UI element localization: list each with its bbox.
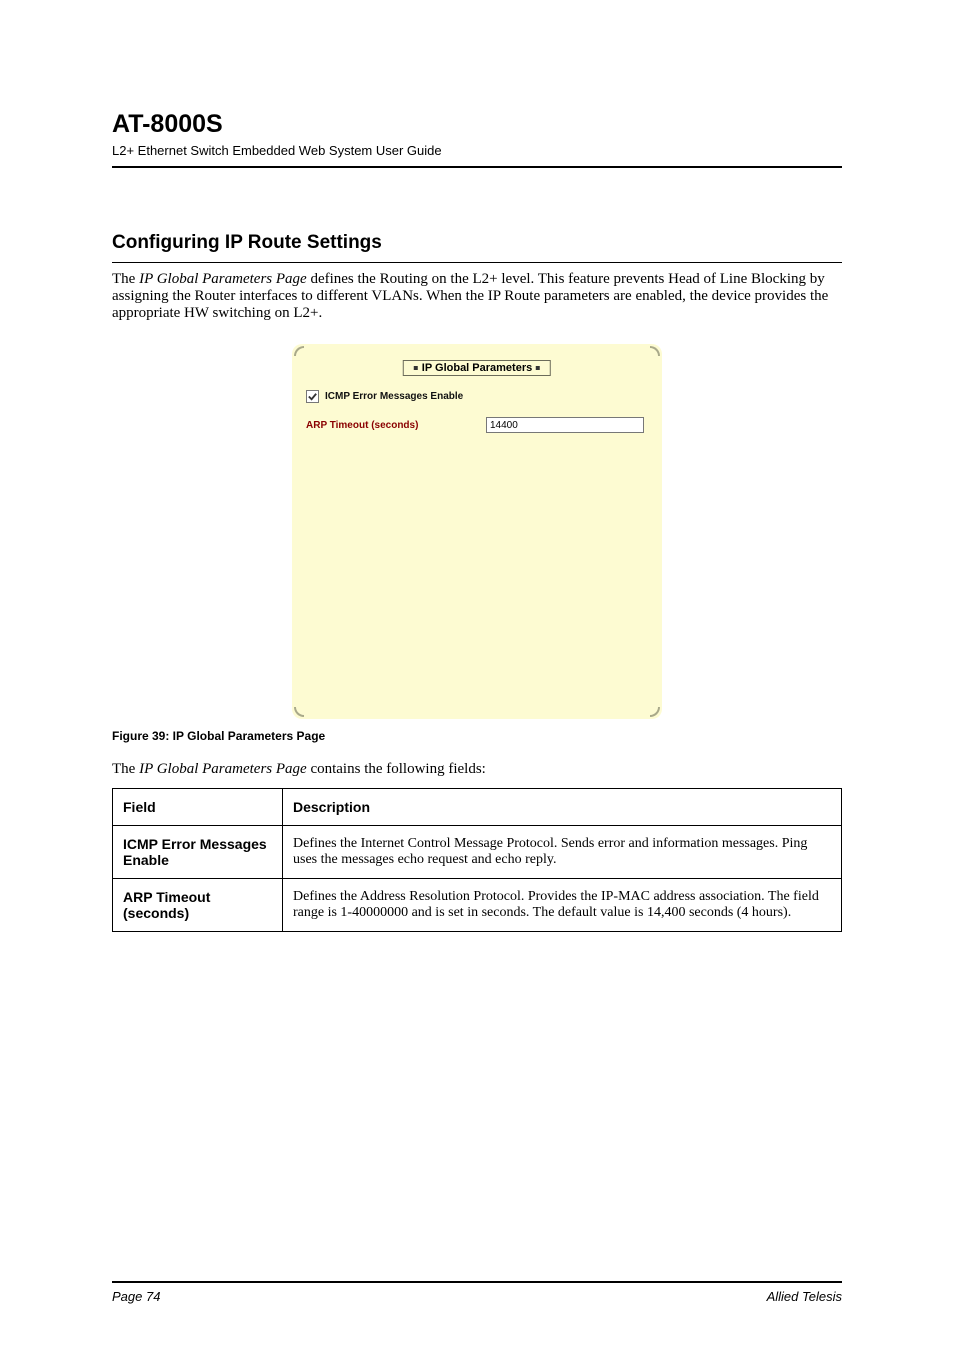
panel-corner bbox=[294, 707, 304, 717]
icmp-checkbox[interactable] bbox=[306, 390, 319, 403]
lead-in-prefix: The bbox=[112, 761, 139, 777]
panel-corner bbox=[294, 346, 304, 356]
doc-model: AT-8000S bbox=[112, 110, 842, 139]
param-desc: Defines the Internet Control Message Pro… bbox=[283, 826, 842, 879]
panel-title: IP Global Parameters bbox=[403, 360, 551, 376]
panel-title-text: IP Global Parameters bbox=[422, 362, 532, 374]
intro-prefix: The bbox=[112, 271, 139, 287]
params-table: Field Description ICMP Error Messages En… bbox=[112, 788, 842, 932]
panel-corner bbox=[650, 346, 660, 356]
section-rule bbox=[112, 262, 842, 263]
icmp-row: ICMP Error Messages Enable bbox=[306, 390, 648, 403]
arp-row: ARP Timeout (seconds) bbox=[306, 417, 648, 433]
page-footer: Page 74 Allied Telesis bbox=[112, 1281, 842, 1304]
lead-in-rest: contains the following fields: bbox=[307, 761, 486, 777]
footer-page: Page 74 bbox=[112, 1289, 160, 1304]
header-rule bbox=[112, 166, 842, 168]
lead-in: The IP Global Parameters Page contains t… bbox=[112, 761, 842, 778]
section-title: Configuring IP Route Settings bbox=[112, 232, 842, 254]
arp-timeout-input[interactable] bbox=[486, 417, 644, 433]
config-panel: IP Global Parameters ICMP Error Messages… bbox=[292, 344, 662, 719]
table-header-row: Field Description bbox=[113, 789, 842, 826]
figure-caption: Figure 39: IP Global Parameters Page bbox=[112, 729, 842, 743]
lead-in-link: IP Global Parameters Page bbox=[139, 761, 307, 777]
footer-rule bbox=[112, 1281, 842, 1283]
panel-corner bbox=[650, 707, 660, 717]
param-name: ICMP Error Messages Enable bbox=[113, 826, 283, 879]
intro-paragraph: The IP Global Parameters Page defines th… bbox=[112, 271, 842, 322]
title-dot-icon bbox=[414, 366, 418, 370]
title-dot-icon bbox=[536, 366, 540, 370]
th-field: Field bbox=[113, 789, 283, 826]
arp-timeout-label: ARP Timeout (seconds) bbox=[306, 420, 486, 431]
param-desc: Defines the Address Resolution Protocol.… bbox=[283, 879, 842, 932]
intro-link: IP Global Parameters Page bbox=[139, 271, 307, 287]
icmp-checkbox-label: ICMP Error Messages Enable bbox=[325, 391, 463, 402]
check-icon bbox=[307, 391, 318, 402]
footer-company: Allied Telesis bbox=[767, 1289, 842, 1304]
param-name: ARP Timeout (seconds) bbox=[113, 879, 283, 932]
th-desc: Description bbox=[283, 789, 842, 826]
table-row: ICMP Error Messages Enable Defines the I… bbox=[113, 826, 842, 879]
doc-subtitle: L2+ Ethernet Switch Embedded Web System … bbox=[112, 143, 842, 158]
table-row: ARP Timeout (seconds) Defines the Addres… bbox=[113, 879, 842, 932]
